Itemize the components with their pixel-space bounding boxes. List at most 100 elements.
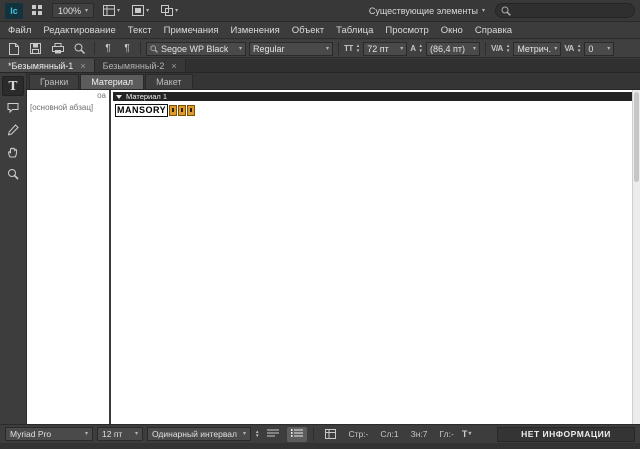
galley-size-value: 12 пт [102, 429, 123, 439]
stepper-down-icon[interactable]: ▼ [255, 433, 259, 439]
workspace-switcher[interactable]: Существующие элементы ▾ [365, 6, 489, 16]
stat-depth: Гл:- [439, 429, 454, 439]
chevron-down-icon: ▾ [400, 45, 404, 52]
view-options-icon [103, 5, 116, 16]
line-spacing-stepper[interactable]: ▲ ▼ [255, 429, 259, 439]
chevron-down-icon: ▾ [84, 431, 88, 437]
line-numbers-icon[interactable] [287, 426, 308, 442]
line-spacing-value: Одинарный интервал [152, 429, 237, 439]
menu-edit[interactable]: Редактирование [37, 22, 121, 39]
story-text-area[interactable]: Материал 1 MANSORY [113, 90, 632, 424]
line-spacing-field[interactable]: Одинарный интервал ▾ [147, 427, 251, 441]
show-hidden-characters-button[interactable]: ¶ [100, 41, 116, 56]
view-options-dropdown[interactable]: ▾ [100, 3, 123, 19]
font-style-field[interactable]: Regular ▾ [249, 41, 333, 56]
galley-adjust-icon[interactable] [263, 427, 283, 442]
menu-file[interactable]: Файл [2, 22, 37, 39]
kerning-stepper[interactable]: ▲ ▼ [506, 43, 510, 54]
zoom-tool[interactable] [2, 164, 24, 184]
font-size-field[interactable]: 72 пт ▾ [363, 41, 408, 56]
type-tool-icon: T [8, 79, 18, 93]
galley-font-field[interactable]: Myriad Pro ▾ [5, 427, 93, 441]
stepper-down-icon[interactable]: ▼ [506, 48, 510, 54]
menu-view[interactable]: Просмотр [379, 22, 434, 39]
menu-object[interactable]: Объект [286, 22, 330, 39]
story-title: Материал 1 [126, 92, 168, 101]
menu-type[interactable]: Текст [122, 22, 158, 39]
application-bar: Ic 100% ▾ ▾ ▾ ▾ Существующие элементы ▾ [0, 0, 640, 22]
print-icon[interactable] [48, 41, 67, 56]
tab-galley[interactable]: Гранки [29, 74, 80, 89]
leading-icon: A [410, 44, 416, 53]
tools-panel: T [0, 73, 27, 424]
tracking-icon: VA [564, 44, 574, 53]
font-family-field[interactable]: Segoe WP Black ▾ [146, 41, 246, 56]
zoom-level-dropdown[interactable]: 100% ▾ [52, 3, 95, 18]
chevron-down-icon: ▾ [238, 45, 242, 52]
menu-help[interactable]: Справка [469, 22, 518, 39]
chevron-down-icon: ▾ [117, 7, 121, 14]
menu-table[interactable]: Таблица [330, 22, 379, 39]
tracking-value: 0 [588, 43, 594, 54]
scrollbar-thumb[interactable] [634, 92, 639, 182]
galley-size-field[interactable]: 12 пт ▾ [97, 427, 143, 441]
control-bar: ¶ ¶ Segoe WP Black ▾ Regular ▾ TT ▲ ▼ 72… [0, 40, 640, 58]
stepper-down-icon[interactable]: ▼ [356, 48, 360, 54]
tracking-field[interactable]: 0 ▾ [584, 41, 615, 56]
close-icon[interactable]: × [171, 61, 176, 71]
copyfit-info-icon[interactable] [320, 427, 340, 442]
type-tool[interactable]: T [2, 76, 24, 96]
tab-story[interactable]: Материал [80, 74, 145, 89]
missing-glyph-marker [169, 105, 178, 116]
stat-characters: Зн:7 [410, 429, 428, 439]
menu-changes[interactable]: Изменения [225, 22, 286, 39]
status-bar: Myriad Pro ▾ 12 пт ▾ Одинарный интервал … [0, 424, 640, 443]
leading-stepper[interactable]: ▲ ▼ [419, 43, 423, 54]
doc-tab-untitled-1[interactable]: *Безымянный-1 × [0, 59, 95, 72]
document-icon[interactable] [4, 41, 23, 56]
screen-mode-dropdown[interactable]: ▾ [129, 3, 152, 19]
collapse-triangle-icon[interactable] [116, 94, 122, 99]
find-icon[interactable] [70, 41, 89, 56]
bridge-button[interactable] [29, 3, 46, 19]
bridge-icon [32, 5, 43, 16]
eyedropper-tool[interactable] [2, 120, 24, 140]
kerning-field[interactable]: Метрич. ▾ [513, 41, 562, 56]
view-tab-bar: Гранки Материал Макет [27, 73, 640, 89]
save-icon[interactable] [26, 41, 45, 56]
incopy-logo: Ic [5, 2, 23, 19]
chevron-down-icon: ▾ [481, 7, 485, 14]
doc-tab-untitled-2[interactable]: Безымянный-2 × [94, 59, 186, 72]
tab-layout[interactable]: Макет [145, 74, 193, 89]
search-field[interactable] [495, 3, 635, 18]
chevron-down-icon: ▾ [85, 7, 89, 14]
vertical-scrollbar[interactable] [632, 90, 640, 424]
story-text[interactable]: MANSORY [115, 104, 169, 117]
font-size-stepper[interactable]: ▲ ▼ [356, 43, 360, 54]
story-text-line[interactable]: MANSORY [115, 104, 196, 117]
hand-tool[interactable] [2, 142, 24, 162]
paragraph-direction-button[interactable]: ¶ [119, 41, 135, 56]
text-depth-button[interactable]: T ▾ [462, 429, 472, 439]
chevron-down-icon: ▾ [468, 431, 472, 437]
tracking-stepper[interactable]: ▲ ▼ [577, 43, 581, 54]
chevron-down-icon: ▾ [472, 45, 476, 52]
arrange-documents-dropdown[interactable]: ▾ [158, 3, 181, 19]
divider [313, 427, 315, 441]
hand-icon [7, 146, 19, 158]
close-icon[interactable]: × [80, 61, 85, 71]
menu-window[interactable]: Окно [435, 22, 469, 39]
story-header-bar[interactable]: Материал 1 [113, 92, 632, 101]
chevron-down-icon: ▾ [325, 45, 329, 52]
chevron-down-icon: ▾ [175, 7, 179, 14]
stepper-down-icon[interactable]: ▼ [419, 48, 423, 54]
stat-words: Сл:1 [380, 429, 399, 439]
stepper-down-icon[interactable]: ▼ [577, 48, 581, 54]
note-tool[interactable] [2, 98, 24, 118]
note-icon [7, 102, 19, 114]
search-input[interactable] [515, 5, 632, 16]
leading-field[interactable]: (86,4 пт) ▾ [426, 41, 480, 56]
menu-notes[interactable]: Примечания [158, 22, 225, 39]
style-info-column: оа [основной абзац] [27, 90, 111, 424]
incopy-window: Ic 100% ▾ ▾ ▾ ▾ Существующие элементы ▾ … [0, 0, 640, 449]
